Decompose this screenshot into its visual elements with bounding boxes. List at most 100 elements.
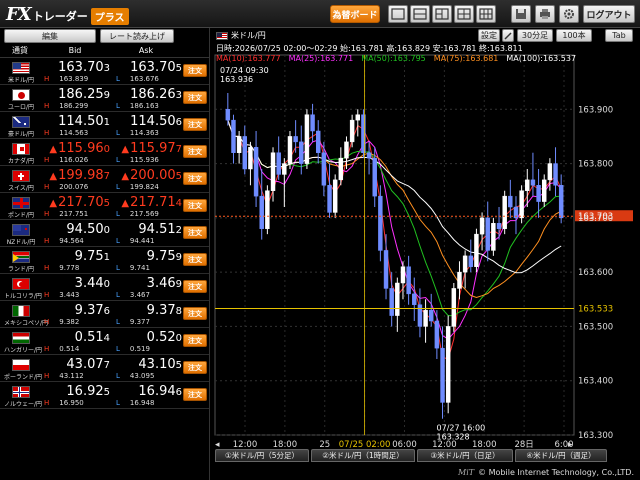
layout-single-icon[interactable] — [388, 5, 408, 23]
rate-row[interactable]: メキシコペソ/円 9.376 9.378 H 9.382 L 9.377 注文 — [0, 301, 209, 328]
low-marker: L — [116, 345, 120, 353]
low-text: 3.467 — [129, 291, 150, 299]
low-marker: L — [116, 156, 120, 164]
candle-body — [282, 163, 287, 175]
ask-price[interactable]: 9.759 — [112, 249, 182, 264]
tab-chart-1[interactable]: ①米ドル/円（5分足） — [215, 449, 309, 462]
ask-price[interactable]: 0.520 — [112, 330, 182, 345]
order-button[interactable]: 注文 — [183, 253, 207, 266]
low-marker: L — [116, 237, 120, 245]
ask-price[interactable]: 3.469 — [112, 276, 182, 291]
rate-row[interactable]: 米ドル/円 163.703 163.705 H 163.839 L 163.676 注文 — [0, 58, 209, 85]
col-header-pair: 通貨 — [12, 46, 28, 55]
chart-settings-button[interactable]: 設定 — [478, 29, 500, 42]
pair-name: 米ドル/円 — [7, 77, 35, 84]
order-button[interactable]: 注文 — [183, 388, 207, 401]
bid-price[interactable]: 114.501 — [40, 114, 110, 129]
rate-row[interactable]: ポーランド/円 43.077 43.105 H 43.112 L 43.095 注文 — [0, 355, 209, 382]
rate-row[interactable]: 豪ドル/円 114.501 114.506 H 114.563 L 114.363 注文 — [0, 112, 209, 139]
ask-price[interactable]: ▲115.977 — [112, 141, 182, 156]
bid-price[interactable]: 0.514 — [40, 330, 110, 345]
tab-button[interactable]: Tab — [605, 29, 633, 42]
bid-main: 199.98 — [58, 168, 104, 183]
low-value: L 163.676 — [116, 75, 186, 83]
rate-row[interactable]: トルコリラ/円 3.440 3.469 H 3.443 L 3.467 注文 — [0, 274, 209, 301]
pair-name: ポンド/円 — [7, 212, 35, 219]
ask-price[interactable]: 94.512 — [112, 222, 182, 237]
bid-price[interactable]: 16.925 — [40, 384, 110, 399]
ask-price[interactable]: 114.506 — [112, 114, 182, 129]
ask-price[interactable]: 163.705 — [112, 60, 182, 75]
rate-readout-button[interactable]: レート読み上げ — [100, 29, 174, 43]
col-header-bid: Bid — [68, 46, 82, 55]
edit-button[interactable]: 編集 — [4, 29, 96, 43]
rate-row[interactable]: ハンガリー/円 0.514 0.520 H 0.514 L 0.519 注文 — [0, 328, 209, 355]
tab-chart-2[interactable]: ②米ドル/円（1時間足） — [311, 449, 415, 462]
ask-price[interactable]: ▲200.005 — [112, 168, 182, 183]
bid-price[interactable]: 163.703 — [40, 60, 110, 75]
layout-six-icon[interactable] — [476, 5, 496, 23]
print-icon[interactable] — [535, 5, 555, 23]
bid-last-digit: 7 — [103, 360, 110, 371]
bid-price[interactable]: 94.500 — [40, 222, 110, 237]
rate-row[interactable]: カナダ/円 ▲115.960 ▲115.977 H 116.026 L 115.936 注文 — [0, 139, 209, 166]
price-chart[interactable]: 163.703163.533 163.300163.400163.500163.… — [212, 43, 640, 448]
layout-quad-icon[interactable] — [454, 5, 474, 23]
rate-row[interactable]: ポンド/円 ▲217.705 ▲217.714 H 217.751 L 217.569 注文 — [0, 193, 209, 220]
scroll-left-icon: ◂ — [215, 440, 220, 448]
x-tick-label: 07/25 02:00 — [339, 440, 391, 448]
rate-row[interactable]: ノルウェー/円 16.925 16.946 H 16.950 L 16.948 注文 — [0, 382, 209, 409]
low-text: 163.676 — [129, 75, 159, 83]
layout-grid-icon[interactable] — [432, 5, 452, 23]
order-button[interactable]: 注文 — [183, 226, 207, 239]
ask-price[interactable]: 16.946 — [112, 384, 182, 399]
order-button[interactable]: 注文 — [183, 91, 207, 104]
ask-price[interactable]: 43.105 — [112, 357, 182, 372]
save-icon[interactable] — [511, 5, 531, 23]
order-button[interactable]: 注文 — [183, 307, 207, 320]
bid-main: 9.75 — [74, 249, 104, 264]
bid-price[interactable]: ▲217.705 — [40, 195, 110, 210]
bid-price[interactable]: ▲199.987 — [40, 168, 110, 183]
bid-main: 3.44 — [74, 276, 104, 291]
logout-button[interactable]: ログアウト — [583, 5, 635, 23]
order-board-button[interactable]: 為替ボード — [330, 5, 380, 23]
ask-price[interactable]: 9.378 — [112, 303, 182, 318]
order-button[interactable]: 注文 — [183, 280, 207, 293]
y-tick-label: 163.600 — [578, 268, 613, 278]
scroll-right-icon: ▸ — [568, 440, 573, 448]
gear-icon[interactable] — [559, 5, 579, 23]
ask-price[interactable]: 186.263 — [112, 87, 182, 102]
tab-chart-4[interactable]: ④米ドル/円（週足） — [515, 449, 607, 462]
bar-count-button[interactable]: 100本 — [556, 29, 592, 42]
y-tick-label: 163.900 — [578, 105, 613, 115]
timeframe-button[interactable]: 30分足 — [517, 29, 553, 42]
order-button[interactable]: 注文 — [183, 64, 207, 77]
bid-price[interactable]: 3.440 — [40, 276, 110, 291]
rate-row[interactable]: NZドル/円 94.500 94.512 H 94.564 L 94.441 注文 — [0, 220, 209, 247]
bid-price[interactable]: 9.751 — [40, 249, 110, 264]
order-button[interactable]: 注文 — [183, 118, 207, 131]
ask-last-digit: 6 — [175, 117, 182, 128]
order-button[interactable]: 注文 — [183, 199, 207, 212]
rate-row[interactable]: スイス/円 ▲199.987 ▲200.005 H 200.076 L 199.824 注文 — [0, 166, 209, 193]
rate-row[interactable]: ランド/円 9.751 9.759 H 9.778 L 9.741 注文 — [0, 247, 209, 274]
layout-split-icon[interactable] — [410, 5, 430, 23]
candle-body — [248, 147, 253, 170]
high-text: 3.443 — [59, 291, 80, 299]
tab-chart-3[interactable]: ③米ドル/円（日足） — [417, 449, 513, 462]
bid-price[interactable]: ▲115.960 — [40, 141, 110, 156]
bid-price[interactable]: 186.259 — [40, 87, 110, 102]
low-marker: L — [116, 129, 120, 137]
rate-row[interactable]: ユーロ/円 186.259 186.263 H 186.299 L 186.163 注文 — [0, 85, 209, 112]
bid-price[interactable]: 43.077 — [40, 357, 110, 372]
ask-price[interactable]: ▲217.714 — [112, 195, 182, 210]
order-button[interactable]: 注文 — [183, 145, 207, 158]
order-button[interactable]: 注文 — [183, 172, 207, 185]
order-button[interactable]: 注文 — [183, 334, 207, 347]
bid-price[interactable]: 9.376 — [40, 303, 110, 318]
candle-body — [270, 152, 276, 191]
high-text: 9.778 — [59, 264, 80, 272]
draw-tool-icon[interactable] — [502, 29, 514, 42]
order-button[interactable]: 注文 — [183, 361, 207, 374]
